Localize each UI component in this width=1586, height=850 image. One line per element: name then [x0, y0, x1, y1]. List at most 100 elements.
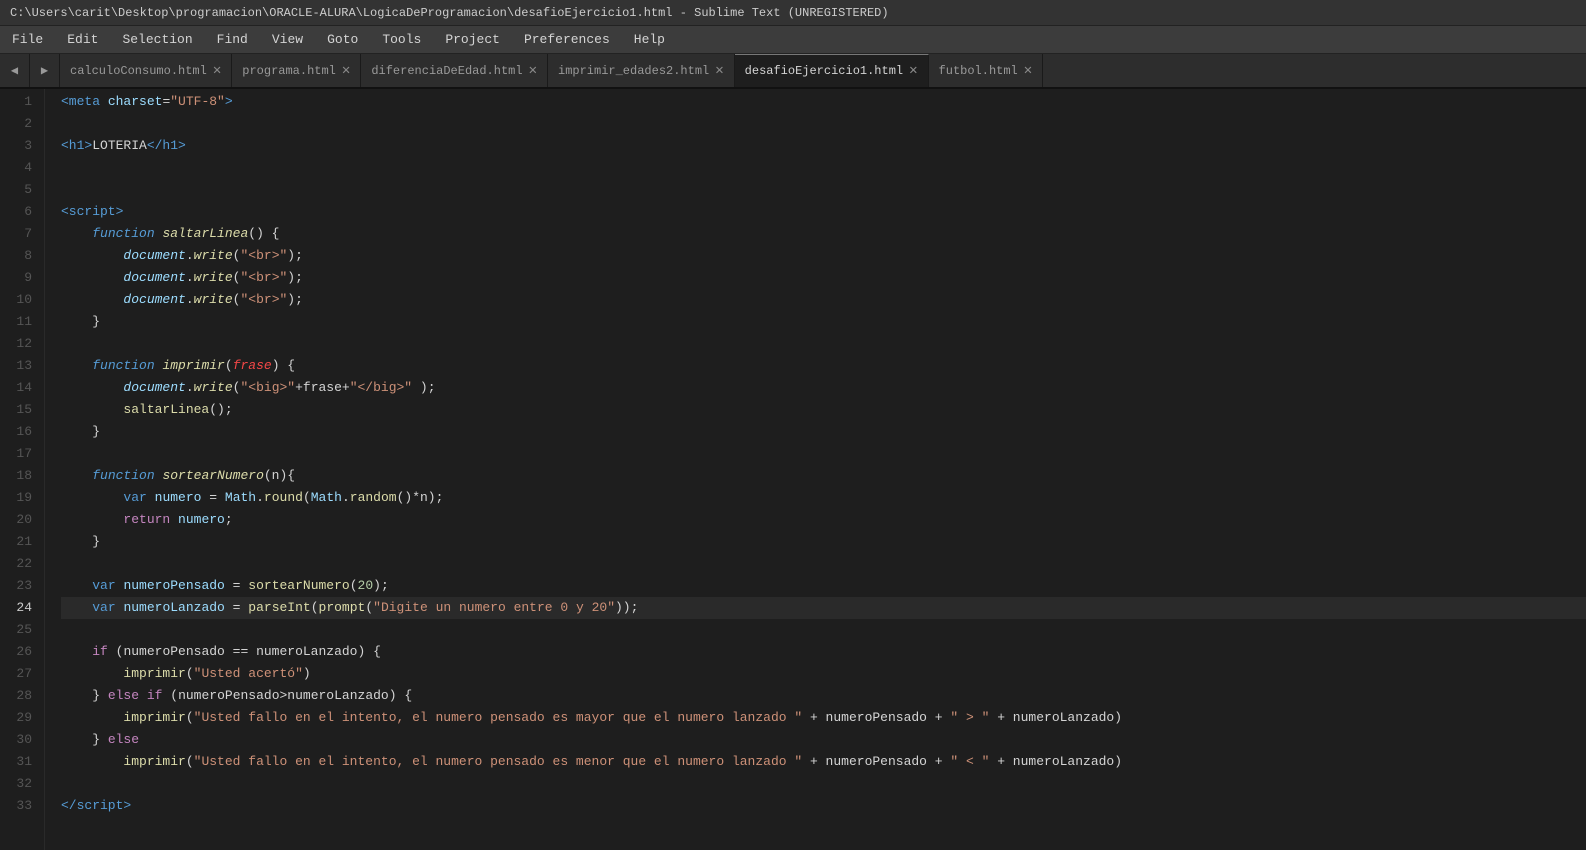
line-num-22: 22 [12, 553, 32, 575]
tab-diferenciaDeEdad[interactable]: diferenciaDeEdad.html ✕ [361, 54, 548, 87]
line-num-14: 14 [12, 377, 32, 399]
tab-scroll-right[interactable]: ▶ [30, 54, 60, 87]
line-num-9: 9 [12, 267, 32, 289]
line-num-19: 19 [12, 487, 32, 509]
code-line-7: function saltarLinea() { [61, 223, 1586, 245]
line-num-23: 23 [12, 575, 32, 597]
line-num-32: 32 [12, 773, 32, 795]
code-line-31: imprimir("Usted fallo en el intento, el … [61, 751, 1586, 773]
menu-goto[interactable]: Goto [315, 28, 370, 51]
code-line-30: } else [61, 729, 1586, 751]
code-line-16: } [61, 421, 1586, 443]
code-line-24: var numeroLanzado = parseInt(prompt("Dig… [61, 597, 1586, 619]
tab-close-diferenciaDeEdad[interactable]: ✕ [529, 64, 537, 78]
menu-project[interactable]: Project [433, 28, 512, 51]
line-num-13: 13 [12, 355, 32, 377]
code-line-5 [61, 179, 1586, 201]
menu-preferences[interactable]: Preferences [512, 28, 622, 51]
code-line-1: <meta charset="UTF-8"> [61, 91, 1586, 113]
code-line-27: imprimir("Usted acertó") [61, 663, 1586, 685]
line-num-18: 18 [12, 465, 32, 487]
tab-label: diferenciaDeEdad.html [371, 64, 522, 78]
menu-file[interactable]: File [0, 28, 55, 51]
line-num-3: 3 [12, 135, 32, 157]
line-num-28: 28 [12, 685, 32, 707]
menu-view[interactable]: View [260, 28, 315, 51]
line-num-6: 6 [12, 201, 32, 223]
line-num-4: 4 [12, 157, 32, 179]
line-num-2: 2 [12, 113, 32, 135]
line-numbers: 1 2 3 4 5 6 7 8 9 10 11 12 13 14 15 16 1… [0, 89, 45, 850]
line-num-33: 33 [12, 795, 32, 817]
code-line-20: return numero; [61, 509, 1586, 531]
code-line-23: var numeroPensado = sortearNumero(20); [61, 575, 1586, 597]
code-line-32 [61, 773, 1586, 795]
code-line-15: saltarLinea(); [61, 399, 1586, 421]
menu-find[interactable]: Find [205, 28, 260, 51]
code-line-18: function sortearNumero(n){ [61, 465, 1586, 487]
tab-label: futbol.html [939, 64, 1018, 78]
code-line-14: document.write("<big>"+frase+"</big>" ); [61, 377, 1586, 399]
line-num-20: 20 [12, 509, 32, 531]
line-num-17: 17 [12, 443, 32, 465]
code-line-25 [61, 619, 1586, 641]
line-num-26: 26 [12, 641, 32, 663]
line-num-11: 11 [12, 311, 32, 333]
code-line-2 [61, 113, 1586, 135]
tab-calculoConsumo[interactable]: calculoConsumo.html ✕ [60, 54, 232, 87]
line-num-21: 21 [12, 531, 32, 553]
code-line-21: } [61, 531, 1586, 553]
tab-close-calculoConsumo[interactable]: ✕ [213, 64, 221, 78]
code-line-22 [61, 553, 1586, 575]
line-num-8: 8 [12, 245, 32, 267]
tab-imprimirEdades2[interactable]: imprimir_edades2.html ✕ [548, 54, 735, 87]
line-num-7: 7 [12, 223, 32, 245]
title-bar: C:\Users\carit\Desktop\programacion\ORAC… [0, 0, 1586, 26]
tab-scroll-left[interactable]: ◀ [0, 54, 30, 87]
line-num-5: 5 [12, 179, 32, 201]
code-line-17 [61, 443, 1586, 465]
tab-bar: ◀ ▶ calculoConsumo.html ✕ programa.html … [0, 54, 1586, 89]
menu-edit[interactable]: Edit [55, 28, 110, 51]
tab-futbol[interactable]: futbol.html ✕ [929, 54, 1044, 87]
code-area[interactable]: <meta charset="UTF-8"> <h1>LOTERIA</h1> … [45, 89, 1586, 850]
title-text: C:\Users\carit\Desktop\programacion\ORAC… [10, 6, 889, 20]
line-num-16: 16 [12, 421, 32, 443]
code-line-8: document.write("<br>"); [61, 245, 1586, 267]
menu-help[interactable]: Help [622, 28, 677, 51]
code-line-12 [61, 333, 1586, 355]
tab-close-imprimirEdades2[interactable]: ✕ [715, 64, 723, 78]
code-line-9: document.write("<br>"); [61, 267, 1586, 289]
code-line-29: imprimir("Usted fallo en el intento, el … [61, 707, 1586, 729]
tab-programa[interactable]: programa.html ✕ [232, 54, 361, 87]
line-num-30: 30 [12, 729, 32, 751]
line-num-25: 25 [12, 619, 32, 641]
code-line-11: } [61, 311, 1586, 333]
line-num-31: 31 [12, 751, 32, 773]
line-num-29: 29 [12, 707, 32, 729]
code-line-3: <h1>LOTERIA</h1> [61, 135, 1586, 157]
tab-label: programa.html [242, 64, 336, 78]
code-line-6: <script> [61, 201, 1586, 223]
line-num-27: 27 [12, 663, 32, 685]
tab-label: imprimir_edades2.html [558, 64, 709, 78]
code-line-4 [61, 157, 1586, 179]
tab-close-desafioEjercicio1[interactable]: ✕ [909, 64, 917, 78]
code-line-19: var numero = Math.round(Math.random()*n)… [61, 487, 1586, 509]
tab-label: calculoConsumo.html [70, 64, 207, 78]
tab-close-futbol[interactable]: ✕ [1024, 64, 1032, 78]
tab-close-programa[interactable]: ✕ [342, 64, 350, 78]
editor: 1 2 3 4 5 6 7 8 9 10 11 12 13 14 15 16 1… [0, 89, 1586, 850]
code-line-10: document.write("<br>"); [61, 289, 1586, 311]
menu-selection[interactable]: Selection [110, 28, 204, 51]
line-num-24: 24 [12, 597, 32, 619]
code-line-13: function imprimir(frase) { [61, 355, 1586, 377]
tab-desafioEjercicio1[interactable]: desafioEjercicio1.html ✕ [735, 54, 929, 87]
menu-tools[interactable]: Tools [370, 28, 433, 51]
line-num-12: 12 [12, 333, 32, 355]
code-line-33: </script> [61, 795, 1586, 817]
line-num-10: 10 [12, 289, 32, 311]
line-num-1: 1 [12, 91, 32, 113]
menu-bar: File Edit Selection Find View Goto Tools… [0, 26, 1586, 54]
line-num-15: 15 [12, 399, 32, 421]
